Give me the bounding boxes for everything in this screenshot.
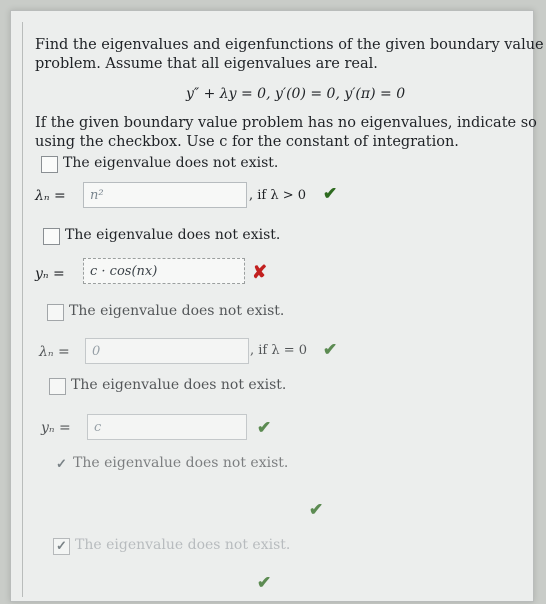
- eigenvalue-input-positive-value: n²: [90, 187, 104, 203]
- problem-text-line2: problem. Assume that all eigenvalues are…: [35, 56, 378, 72]
- eigenvalue-not-exist-checkbox-3[interactable]: [47, 304, 64, 321]
- eigenfunction-input-zero-value: c: [94, 419, 102, 435]
- checkbox-label-1: The eigenvalue does not exist.: [63, 155, 279, 171]
- problem-text-line1: Find the eigenvalues and eigenfunctions …: [35, 37, 544, 53]
- correct-check-icon-1: ✔: [323, 184, 338, 204]
- eigenfunction-label-1: yₙ =: [35, 266, 65, 282]
- eigenvalue-input-positive[interactable]: n²: [83, 182, 247, 208]
- eigenfunction-input-zero[interactable]: c: [87, 414, 247, 440]
- checkbox-label-4: The eigenvalue does not exist.: [71, 377, 287, 393]
- eigenvalue-not-exist-checkbox-5[interactable]: ✓: [53, 456, 70, 473]
- correct-check-icon-2: ✔: [323, 340, 338, 360]
- question-body: Find the eigenvalues and eigenfunctions …: [22, 22, 544, 597]
- checkbox-checked-icon-5: ✓: [56, 457, 67, 472]
- eigenvalue-not-exist-checkbox-1[interactable]: [41, 156, 58, 173]
- eigenfunction-input-positive[interactable]: c · cos(nx): [83, 258, 245, 284]
- instruction-line2: using the checkbox. Use c for the consta…: [35, 134, 459, 150]
- eigenfunction-input-positive-value: c · cos(nx): [90, 263, 158, 279]
- lambda-label-2: λₙ =: [39, 344, 70, 360]
- eigenvalue-input-zero[interactable]: 0: [85, 338, 249, 364]
- eigenvalue-not-exist-checkbox-2[interactable]: [43, 228, 60, 245]
- eigenvalue-not-exist-checkbox-6[interactable]: ✓: [53, 538, 70, 555]
- condition-positive: , if λ > 0: [249, 188, 307, 203]
- checkbox-checked-icon-6: ✓: [56, 539, 67, 554]
- instruction-line1: If the given boundary value problem has …: [35, 115, 537, 131]
- correct-check-icon-4: ✔: [309, 500, 324, 520]
- checkbox-label-5: The eigenvalue does not exist.: [73, 455, 289, 471]
- eigenvalue-input-zero-value: 0: [92, 343, 101, 359]
- checkbox-label-6: The eigenvalue does not exist.: [75, 537, 291, 553]
- checkbox-label-2: The eigenvalue does not exist.: [65, 227, 281, 243]
- correct-check-icon-5: ✔: [257, 573, 272, 593]
- correct-check-icon-3: ✔: [257, 418, 272, 438]
- incorrect-x-icon: ✘: [252, 262, 268, 283]
- boundary-value-equation: y″ + λy = 0, y′(0) = 0, y′(π) = 0: [186, 86, 406, 102]
- lambda-label-1: λₙ =: [35, 188, 66, 204]
- condition-zero: , if λ = 0: [250, 343, 308, 358]
- eigenfunction-label-2: yₙ =: [41, 420, 71, 436]
- eigenvalue-not-exist-checkbox-4[interactable]: [49, 378, 66, 395]
- checkbox-label-3: The eigenvalue does not exist.: [69, 303, 285, 319]
